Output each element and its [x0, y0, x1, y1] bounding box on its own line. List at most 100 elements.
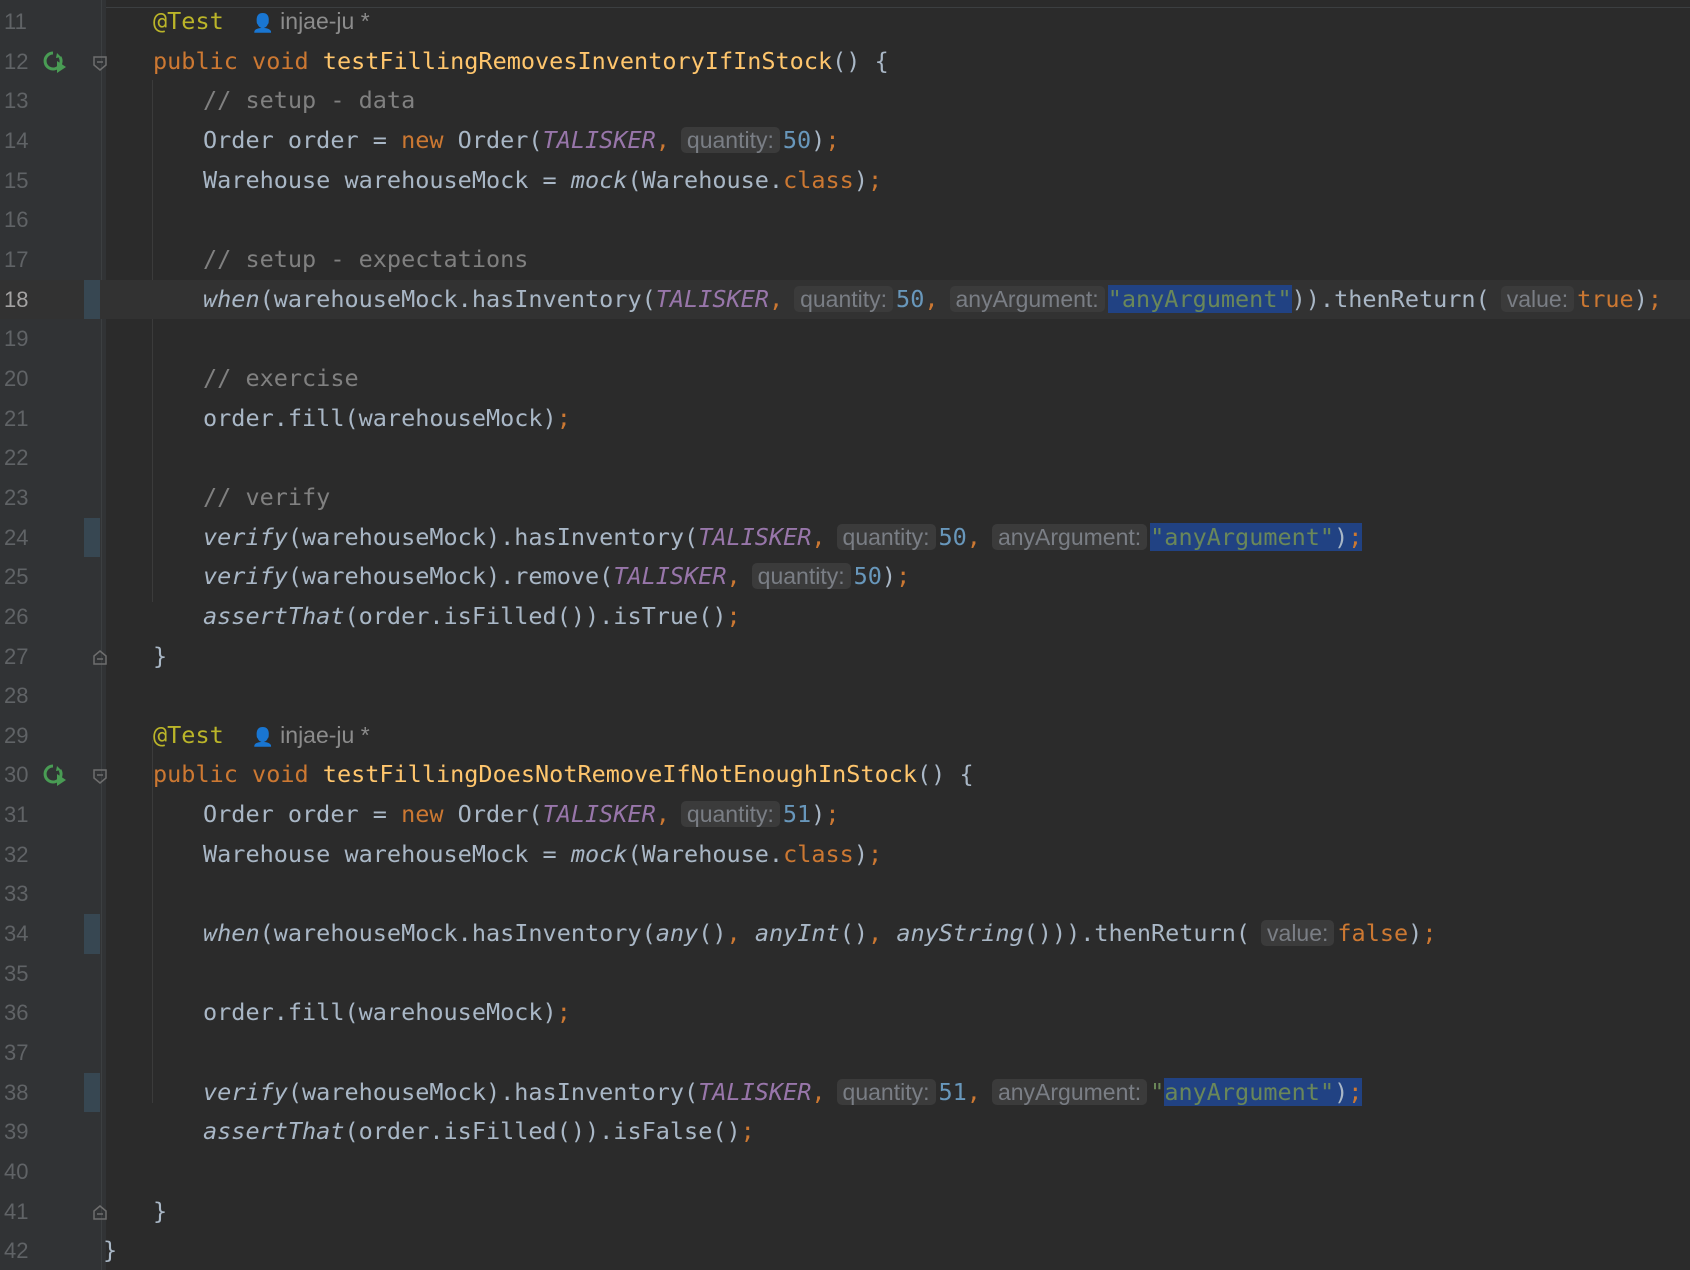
- keyword-token: class: [783, 839, 854, 868]
- code-line[interactable]: 21 order.fill(warehouseMock);: [0, 399, 1690, 439]
- code-text[interactable]: @Test 👤 injae-ju *: [153, 716, 370, 758]
- code-text[interactable]: assertThat(order.isFilled()).isTrue();: [203, 597, 741, 637]
- code-text[interactable]: when(warehouseMock.hasInventory(TALISKER…: [203, 280, 1662, 320]
- code-text[interactable]: Order order = new Order(TALISKER, quantit…: [203, 121, 839, 161]
- code-text[interactable]: verify(warehouseMock).hasInventory(TALIS…: [203, 1073, 1363, 1113]
- run-test-icon[interactable]: [42, 50, 70, 74]
- code-line[interactable]: 25 verify(warehouseMock).remove(TALISKER…: [0, 557, 1690, 597]
- parameter-hint: quantity:: [751, 563, 851, 590]
- constant-token: TALISKER: [655, 284, 769, 313]
- code-text[interactable]: order.fill(warehouseMock);: [203, 993, 571, 1033]
- change-marker[interactable]: [84, 279, 100, 320]
- code-line[interactable]: 19: [0, 319, 1690, 359]
- code-text[interactable]: assertThat(order.isFilled()).isFalse();: [203, 1112, 755, 1152]
- code-token: ): [1408, 919, 1423, 948]
- fold-end-icon[interactable]: [91, 1204, 109, 1222]
- change-marker[interactable]: [84, 1072, 100, 1113]
- code-line[interactable]: 41 }: [0, 1192, 1690, 1232]
- code-text[interactable]: when(warehouseMock.hasInventory(any(), a…: [203, 914, 1436, 954]
- punctuation-token: ;: [1422, 919, 1437, 948]
- code-line[interactable]: 39 assertThat(order.isFilled()).isFalse(…: [0, 1112, 1690, 1152]
- line-number: 28: [4, 683, 29, 709]
- code-text[interactable]: public void testFillingDoesNotRemoveIfNo…: [153, 755, 974, 795]
- punctuation-token: ;: [556, 998, 571, 1027]
- line-number: 19: [4, 326, 29, 352]
- code-token: () {: [917, 760, 974, 789]
- line-number: 16: [4, 207, 29, 233]
- punctuation-token: ,: [811, 522, 826, 551]
- code-line[interactable]: 28: [0, 676, 1690, 716]
- code-line[interactable]: 42 }: [0, 1231, 1690, 1270]
- code-line[interactable]: 35: [0, 954, 1690, 994]
- punctuation-token: ,: [726, 919, 741, 948]
- change-marker[interactable]: [84, 914, 100, 954]
- code-line[interactable]: 26 assertThat(order.isFilled()).isTrue()…: [0, 597, 1690, 637]
- fold-icon[interactable]: [91, 767, 109, 785]
- punctuation-token: ,: [966, 1077, 981, 1106]
- code-line[interactable]: 31 Order order = new Order(TALISKER, quan…: [0, 795, 1690, 835]
- code-text[interactable]: order.fill(warehouseMock);: [203, 399, 571, 439]
- code-text[interactable]: }: [103, 1231, 117, 1270]
- code-line[interactable]: 27 }: [0, 637, 1690, 677]
- code-text[interactable]: @Test 👤 injae-ju *: [153, 2, 370, 44]
- code-token: }: [153, 1196, 168, 1225]
- code-text[interactable]: // verify: [203, 478, 330, 518]
- number-token: 50: [938, 522, 967, 551]
- code-line[interactable]: 34 when(warehouseMock.hasInventory(any()…: [0, 914, 1690, 954]
- punctuation-token: ;: [556, 403, 571, 432]
- code-text[interactable]: // setup - expectations: [203, 240, 528, 280]
- code-text[interactable]: Order order = new Order(TALISKER, quantit…: [203, 795, 839, 835]
- code-line[interactable]: 17 // setup - expectations: [0, 240, 1690, 280]
- code-text[interactable]: verify(warehouseMock).hasInventory(TALIS…: [203, 518, 1363, 558]
- code-line[interactable]: 37: [0, 1033, 1690, 1073]
- line-number: 40: [4, 1159, 29, 1185]
- line-number: 11: [4, 9, 27, 34]
- code-text[interactable]: // exercise: [203, 359, 359, 399]
- code-token: (warehouseMock.hasInventory(: [259, 919, 656, 948]
- code-line[interactable]: 13 // setup - data: [0, 81, 1690, 121]
- code-line[interactable]: 38 verify(warehouseMock).hasInventory(TA…: [0, 1072, 1690, 1113]
- code-line[interactable]: 23 // verify: [0, 478, 1690, 518]
- code-text[interactable]: Warehouse warehouseMock = mock(Warehouse…: [203, 835, 882, 875]
- code-line[interactable]: 36 order.fill(warehouseMock);: [0, 993, 1690, 1033]
- code-text[interactable]: }: [153, 1192, 167, 1232]
- line-number: 31: [4, 802, 29, 828]
- code-line[interactable]: 20 // exercise: [0, 359, 1690, 399]
- code-line[interactable]: 14 Order order = new Order(TALISKER, quan…: [0, 121, 1690, 161]
- punctuation-token: ,: [811, 1077, 826, 1106]
- line-number: 39: [4, 1119, 29, 1145]
- line-number: 20: [4, 365, 29, 391]
- code-line[interactable]: 16: [0, 200, 1690, 240]
- code-token: Order(: [443, 125, 543, 154]
- author-hint[interactable]: 👤 injae-ju *: [252, 8, 370, 34]
- code-text[interactable]: }: [153, 637, 167, 677]
- change-marker[interactable]: [84, 517, 100, 558]
- code-line[interactable]: 40: [0, 1152, 1690, 1192]
- code-line[interactable]: 11 @Test 👤 injae-ju *: [0, 2, 1690, 42]
- line-number: 26: [4, 603, 29, 629]
- code-line[interactable]: 32 Warehouse warehouseMock = mock(Wareho…: [0, 835, 1690, 875]
- annotation-token: @Test: [153, 7, 224, 35]
- code-text[interactable]: public void testFillingRemovesInventoryI…: [153, 42, 889, 82]
- code-text[interactable]: Warehouse warehouseMock = mock(Warehouse…: [203, 161, 882, 201]
- code-text[interactable]: verify(warehouseMock).remove(TALISKER, qu…: [203, 557, 910, 597]
- fold-icon[interactable]: [91, 54, 109, 72]
- line-number: 32: [4, 841, 29, 867]
- code-line[interactable]: 30 public void testFillingDoesNotRemoveI…: [0, 755, 1690, 795]
- punctuation-token: ,: [655, 125, 670, 154]
- line-number: 12: [4, 48, 29, 74]
- punctuation-token: ,: [966, 522, 981, 551]
- code-line[interactable]: 33: [0, 874, 1690, 914]
- code-line[interactable]: 24 verify(warehouseMock).hasInventory(TA…: [0, 517, 1690, 558]
- author-hint[interactable]: 👤 injae-ju *: [252, 722, 370, 748]
- punctuation-token: ,: [924, 284, 939, 313]
- code-line-current[interactable]: 18 when(warehouseMock.hasInventory(TALIS…: [0, 279, 1690, 320]
- code-line[interactable]: 12 public void testFillingRemovesInvento…: [0, 42, 1690, 82]
- fold-end-icon[interactable]: [91, 649, 109, 667]
- code-text[interactable]: // setup - data: [203, 81, 415, 121]
- code-line[interactable]: 15 Warehouse warehouseMock = mock(Wareho…: [0, 161, 1690, 201]
- code-editor[interactable]: 11 @Test 👤 injae-ju * 12 public void testF…: [0, 0, 1690, 1270]
- code-line[interactable]: 22: [0, 438, 1690, 478]
- code-line[interactable]: 29 @Test 👤 injae-ju *: [0, 716, 1690, 756]
- run-test-icon[interactable]: [42, 763, 70, 787]
